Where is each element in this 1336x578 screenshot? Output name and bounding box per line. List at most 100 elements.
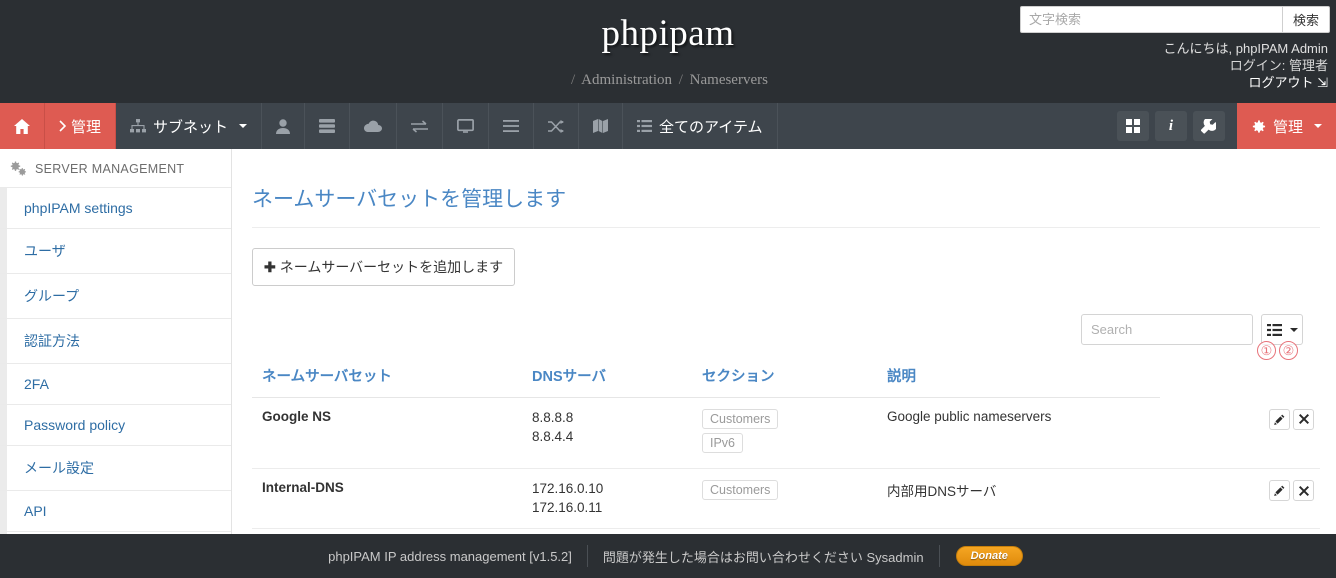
- search-input[interactable]: [1020, 6, 1282, 33]
- edit-nameserver-set-button[interactable]: [1269, 480, 1290, 502]
- nav-admin-label: 管理: [71, 118, 102, 136]
- tools-button[interactable]: [1192, 111, 1225, 141]
- home-icon: [14, 118, 30, 134]
- breadcrumb: / Administration / Nameservers: [0, 72, 1336, 89]
- breadcrumb-nameservers[interactable]: Nameservers: [690, 72, 768, 88]
- breadcrumb-sep-2: /: [678, 72, 683, 88]
- footer-version: phpIPAM IP address management [v1.5.2]: [328, 548, 572, 564]
- sidebar-item-label: Password policy: [24, 417, 126, 433]
- nav-admin[interactable]: 管理: [45, 103, 117, 149]
- sidebar-item-phpipam-settings[interactable]: phpIPAM settings: [0, 187, 231, 228]
- donate-button[interactable]: Donate: [955, 546, 1023, 566]
- dns-server-entry: 8.8.8.8: [532, 410, 574, 426]
- sidebar-item-mail-settings[interactable]: メール設定: [0, 445, 231, 490]
- nav-users[interactable]: [262, 103, 306, 149]
- logout-link[interactable]: ログアウト ⇲: [1164, 74, 1328, 91]
- dashboard-button[interactable]: [1116, 111, 1149, 141]
- sidebar-item-label: 認証方法: [24, 333, 80, 349]
- nav-all-items-label: 全てのアイテム: [659, 118, 763, 136]
- sidebar-item-label: phpIPAM settings: [24, 200, 133, 216]
- sidebar-item-users[interactable]: ユーザ: [0, 228, 231, 273]
- global-search: 検索: [1020, 6, 1330, 33]
- cell-description: Google public nameservers: [877, 397, 1160, 470]
- sidebar-item-password-policy[interactable]: Password policy: [0, 404, 231, 445]
- info-icon: i: [1168, 117, 1174, 134]
- top-header: phpipam / Administration / Nameservers 検…: [0, 0, 1336, 103]
- column-header-nameserver-set[interactable]: ネームサーバセット: [252, 359, 522, 399]
- column-header-dns-servers[interactable]: DNSサーバ: [522, 359, 692, 399]
- sidebar-item-label: グループ: [24, 288, 80, 304]
- table-head: ネームサーバセット DNSサーバ セクション 説明: [252, 359, 1320, 399]
- desktop-icon: [457, 119, 474, 133]
- sidebar-item-groups[interactable]: グループ: [0, 273, 231, 318]
- pencil-icon: [1274, 485, 1285, 497]
- column-header-section[interactable]: セクション: [692, 359, 877, 399]
- user-greeting: こんにちは, phpIPAM Admin: [1163, 41, 1328, 56]
- sidebar-item-api[interactable]: API: [0, 490, 231, 531]
- nav-list[interactable]: [489, 103, 535, 149]
- cell-nameserver-set: Google NS: [252, 397, 522, 470]
- nav-devices[interactable]: [443, 103, 490, 149]
- sidebar-item-label: ユーザ: [24, 243, 66, 259]
- chevron-down-icon: [1314, 124, 1322, 128]
- sidebar-item-2fa[interactable]: 2FA: [0, 363, 231, 404]
- delete-nameserver-set-button[interactable]: [1293, 480, 1314, 502]
- column-header-actions: [1160, 359, 1320, 398]
- cell-actions: [1160, 397, 1320, 470]
- shuffle-icon: [548, 119, 565, 133]
- nav-racks[interactable]: [305, 103, 351, 149]
- nav-map[interactable]: [579, 103, 624, 149]
- table-row: Google NS 8.8.8.8 8.8.4.4 Customers IPv6…: [252, 397, 1320, 470]
- logout-label: ログアウト: [1248, 75, 1314, 90]
- nav-all-items[interactable]: 全てのアイテム: [623, 103, 778, 149]
- sidebar-item-auth-methods[interactable]: 認証方法: [0, 318, 231, 363]
- column-header-description[interactable]: 説明: [877, 359, 1160, 399]
- grid-icon: [1125, 119, 1140, 133]
- section-badge: Customers: [702, 480, 779, 501]
- table-search-input[interactable]: [1081, 314, 1253, 346]
- navbar-right-group: i 管理: [1116, 103, 1336, 149]
- nav-vrf[interactable]: [350, 103, 398, 149]
- edit-nameserver-set-button[interactable]: [1269, 408, 1290, 430]
- cloud-icon: [364, 120, 383, 132]
- footer-support: 問題が発生した場合はお問い合わせください Sysadmin: [602, 549, 924, 565]
- sidebar-heading-label: SERVER MANAGEMENT: [35, 161, 185, 176]
- main-content: ネームサーバセットを管理します ✚ ネームサーバーセットを追加します ネームサー…: [232, 149, 1336, 564]
- server-icon: [319, 119, 336, 133]
- times-icon: [1298, 485, 1309, 496]
- map-icon: [593, 119, 609, 133]
- nav-subnets[interactable]: サブネット: [116, 103, 263, 149]
- user-info: こんにちは, phpIPAM Admin ログイン: 管理者 ログアウト ⇲: [1164, 40, 1328, 91]
- add-nameserver-set-label: ネームサーバーセットを追加します: [279, 259, 504, 276]
- cell-actions: [1160, 468, 1320, 530]
- breadcrumb-administration[interactable]: Administration: [581, 72, 672, 88]
- sidebar: SERVER MANAGEMENT phpIPAM settings ユーザ グ…: [0, 149, 232, 572]
- info-button[interactable]: i: [1154, 111, 1187, 141]
- table-row: Internal-DNS 172.16.0.10 172.16.0.11 Cus…: [252, 468, 1320, 530]
- page-footer: phpIPAM IP address management [v1.5.2] 問…: [0, 534, 1336, 578]
- body-wrapper: SERVER MANAGEMENT phpIPAM settings ユーザ グ…: [0, 149, 1336, 572]
- section-badge: Customers: [702, 409, 779, 430]
- annotation-marker-2: ②: [1279, 341, 1298, 360]
- chevron-right-icon: [59, 120, 66, 132]
- plus-icon: ✚: [264, 258, 276, 275]
- search-button[interactable]: 検索: [1282, 6, 1330, 33]
- pencil-icon: [1274, 414, 1285, 425]
- cell-description: 内部用DNSサーバ: [877, 468, 1160, 530]
- nav-nat[interactable]: [397, 103, 444, 149]
- exchange-icon: [411, 119, 429, 133]
- annotation-marker-1: ①: [1257, 341, 1276, 360]
- delete-nameserver-set-button[interactable]: [1293, 408, 1314, 430]
- nav-home[interactable]: [0, 103, 45, 149]
- admin-menu-button[interactable]: 管理: [1236, 103, 1336, 149]
- cell-nameserver-set: Internal-DNS: [252, 468, 522, 530]
- columns-icon: [1266, 323, 1282, 336]
- navbar-spacer: [778, 103, 1117, 149]
- dns-server-entry: 172.16.0.10: [532, 481, 604, 497]
- nav-random[interactable]: [534, 103, 580, 149]
- table-body: Google NS 8.8.8.8 8.8.4.4 Customers IPv6…: [252, 397, 1320, 530]
- nameservers-table: ネームサーバセット DNSサーバ セクション 説明 Google NS 8.8.…: [252, 359, 1320, 530]
- footer-divider: [938, 545, 940, 567]
- add-nameserver-set-button[interactable]: ✚ ネームサーバーセットを追加します: [252, 248, 516, 287]
- row-actions: [1170, 480, 1314, 502]
